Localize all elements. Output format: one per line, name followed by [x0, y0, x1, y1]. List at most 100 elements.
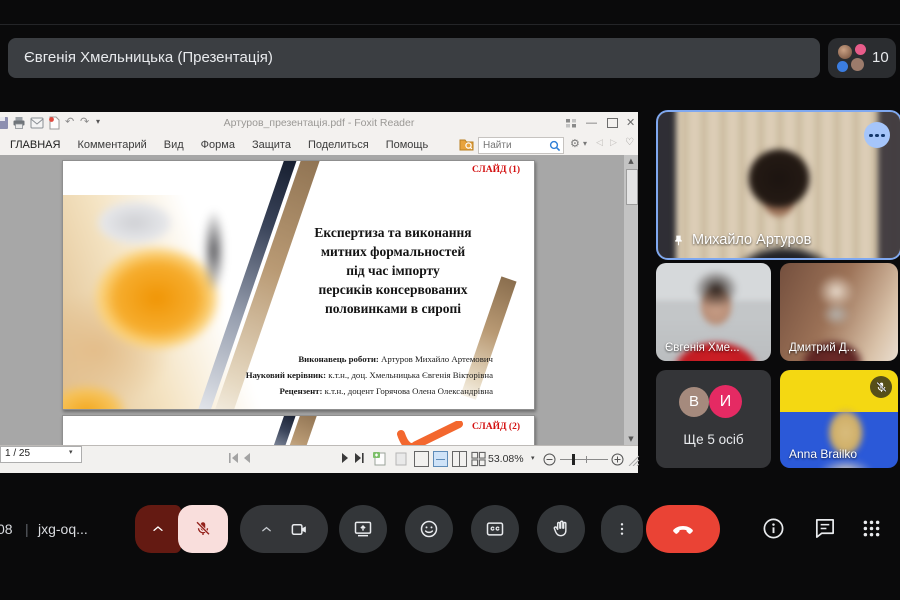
- meet-window: Євгенія Хмельницька (Презентація) 10 Арт…: [0, 0, 900, 600]
- participant-avatar: [851, 58, 864, 71]
- pin-icon: [675, 235, 682, 246]
- captions-button[interactable]: [471, 505, 519, 553]
- gear-icon[interactable]: ⚙: [570, 137, 580, 150]
- zoom-level: 53.08%: [488, 453, 524, 465]
- author-line: Рецензент: к.т.н., доцент Горячова Олена…: [279, 386, 493, 396]
- present-screen-button[interactable]: [339, 505, 387, 553]
- tile-name-label: Михайло Артуров: [692, 232, 812, 248]
- zoom-in-icon[interactable]: [611, 453, 624, 466]
- raise-hand-button[interactable]: [537, 505, 585, 553]
- zoom-slider-thumb[interactable]: [572, 454, 575, 465]
- camera-icon[interactable]: [290, 520, 309, 539]
- facing-view-icon[interactable]: [452, 451, 467, 467]
- zoom-caret-icon[interactable]: ▾: [531, 454, 535, 462]
- end-call-icon: [673, 526, 693, 534]
- menu-tab-share[interactable]: Поделиться: [308, 139, 369, 151]
- presenter-banner-text: Євгенія Хмельницька (Презентація): [24, 49, 273, 66]
- scroll-up-icon[interactable]: ▲: [624, 155, 638, 167]
- zoom-slider-tick: [586, 456, 588, 463]
- camera-button-group[interactable]: [240, 505, 328, 553]
- video-tile-5[interactable]: Anna Brailko: [780, 370, 898, 468]
- presenter-banner: Євгенія Хмельницька (Презентація): [8, 38, 820, 78]
- restore-icon[interactable]: [607, 118, 618, 128]
- slide-authors: Виконавець роботи: Артуров Михайло Артем…: [203, 351, 493, 399]
- mic-options-button[interactable]: [135, 505, 181, 553]
- first-page-icon[interactable]: [228, 451, 240, 465]
- pdf-page-1[interactable]: СЛАЙД (1) Експертиза та виконання митних…: [62, 160, 535, 410]
- tile-name-label: Євгенія Хме...: [665, 342, 740, 354]
- more-options-button[interactable]: [601, 505, 643, 553]
- customize-toolbar-caret-icon[interactable]: ▾: [96, 117, 100, 126]
- reactions-button[interactable]: [405, 505, 453, 553]
- undo-icon[interactable]: ↶: [65, 115, 74, 128]
- foxit-menubar: ГЛАВНАЯ Комментарий Вид Форма Защита Под…: [0, 134, 638, 156]
- full-text-search-icon[interactable]: [459, 138, 474, 151]
- meeting-code: jxg-oq...: [38, 521, 88, 537]
- resize-grip-icon: [628, 455, 639, 466]
- participant-avatar: [838, 45, 852, 59]
- menu-tab-home[interactable]: ГЛАВНАЯ: [10, 139, 60, 151]
- previous-page-icon[interactable]: [242, 451, 252, 465]
- mic-off-icon: [196, 521, 210, 536]
- divider: |: [25, 521, 29, 537]
- menu-tab-view[interactable]: Вид: [164, 139, 184, 151]
- chevron-up-icon[interactable]: [259, 522, 274, 537]
- slide-number-badge: СЛАЙД (1): [472, 165, 520, 175]
- favorite-heart-icon[interactable]: ♡: [625, 137, 634, 148]
- menu-tab-protect[interactable]: Защита: [252, 139, 291, 151]
- video-tile-main[interactable]: Михайло Артуров: [656, 110, 900, 260]
- next-page-icon[interactable]: [340, 451, 350, 465]
- page-number-input[interactable]: [3, 446, 67, 461]
- pdf-page-2[interactable]: СЛАЙД (2): [62, 415, 535, 445]
- next-view-icon[interactable]: [393, 451, 409, 467]
- scroll-down-icon[interactable]: ▼: [624, 433, 638, 445]
- previous-view-icon[interactable]: [372, 451, 388, 467]
- gear-caret-icon[interactable]: ▾: [583, 139, 587, 148]
- print-icon[interactable]: [12, 116, 26, 130]
- page-box-caret-icon[interactable]: ▾: [69, 448, 73, 456]
- video-tile-3[interactable]: Дмитрий Д...: [780, 263, 898, 361]
- menu-tab-help[interactable]: Помощь: [386, 139, 429, 151]
- email-icon[interactable]: [30, 117, 44, 129]
- redo-icon[interactable]: ↷: [80, 115, 89, 128]
- menu-tab-form[interactable]: Форма: [201, 139, 235, 151]
- tile-name-label: Anna Brailko: [789, 447, 858, 461]
- foxit-titlebar[interactable]: Артуров_презентація.pdf - Foxit Reader ↶…: [0, 112, 638, 134]
- search-input[interactable]: [481, 138, 551, 153]
- more-participants-tile[interactable]: В И Ще 5 осіб: [656, 370, 771, 468]
- foxit-statusbar: ▾ 53.08% ▾: [0, 445, 639, 473]
- scrollbar-thumb[interactable]: [626, 169, 638, 205]
- mic-mute-button[interactable]: [178, 505, 228, 553]
- author-line: Виконавець роботи: Артуров Михайло Артем…: [298, 354, 493, 364]
- layout-switch-icon[interactable]: [566, 119, 577, 128]
- chat-icon[interactable]: [813, 517, 836, 540]
- participants-button[interactable]: 10: [828, 38, 896, 78]
- more-vertical-icon: [620, 523, 624, 535]
- foxit-reader-window: Артуров_презентація.pdf - Foxit Reader ↶…: [0, 112, 639, 473]
- slide-number-badge: СЛАЙД (2): [472, 422, 520, 432]
- close-icon[interactable]: ✕: [626, 117, 635, 129]
- minimize-icon[interactable]: —: [586, 117, 597, 129]
- top-divider: [0, 24, 900, 25]
- back-view-icon[interactable]: ◁: [596, 138, 603, 148]
- zoom-out-icon[interactable]: [543, 453, 556, 466]
- single-page-view-icon[interactable]: [414, 451, 429, 467]
- save-icon[interactable]: [0, 116, 9, 130]
- page-number-box[interactable]: ▾: [0, 446, 82, 463]
- slide-title: Експертиза та виконання митних формально…: [314, 225, 472, 316]
- forward-view-icon[interactable]: ▷: [610, 138, 617, 148]
- tile-options-button[interactable]: [864, 122, 890, 148]
- continuous-view-icon[interactable]: [433, 451, 448, 467]
- menu-tab-comment[interactable]: Комментарий: [77, 139, 146, 151]
- zoom-slider-track[interactable]: [560, 459, 608, 461]
- search-icon[interactable]: [549, 140, 561, 152]
- apps-grid-icon[interactable]: [861, 518, 882, 539]
- continuous-facing-view-icon[interactable]: [471, 451, 486, 467]
- end-call-button[interactable]: [646, 505, 720, 553]
- last-page-icon[interactable]: [353, 451, 365, 465]
- meeting-info-icon[interactable]: [762, 517, 785, 540]
- open-file-icon[interactable]: [47, 116, 61, 130]
- video-tile-2[interactable]: Євгенія Хме...: [656, 263, 771, 361]
- avatar: В: [679, 387, 709, 417]
- mic-off-icon: [875, 381, 887, 392]
